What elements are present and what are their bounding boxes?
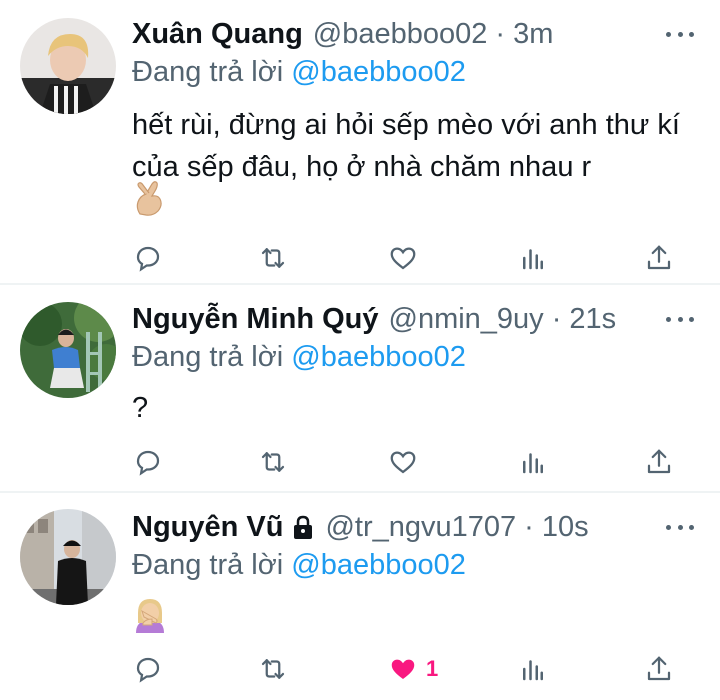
display-name[interactable]: Xuân Quang (132, 18, 303, 51)
more-icon[interactable] (666, 515, 694, 539)
tweet-text: ? (132, 392, 149, 424)
mention-link[interactable]: @baebboo02 (291, 56, 466, 88)
tweet-header: Nguyên Vũ @tr_ngvu1707 · 10s (132, 507, 589, 547)
share-icon[interactable] (644, 440, 674, 484)
replying-to-label: Đang trả lời (132, 341, 292, 373)
avatar-image (20, 18, 116, 114)
tweet-header: Nguyễn Minh Quý @nmin_9uy · 21s (132, 299, 616, 339)
more-icon[interactable] (666, 22, 694, 46)
tweet-header: Xuân Quang @baebboo02 · 3m (132, 14, 553, 54)
separator: · (524, 510, 534, 543)
avatar[interactable] (20, 509, 116, 605)
tweet[interactable]: Nguyễn Minh Quý @nmin_9uy · 21s Đang trả… (0, 285, 720, 491)
like-count: 1 (426, 656, 439, 681)
like-icon[interactable] (388, 236, 418, 280)
retweet-icon[interactable] (258, 236, 288, 280)
reply-icon[interactable] (133, 647, 163, 691)
retweet-icon[interactable] (258, 440, 288, 484)
tweet-actions (0, 440, 720, 484)
display-name[interactable]: Nguyên Vũ (132, 511, 283, 544)
tweet[interactable]: Nguyên Vũ @tr_ngvu1707 · 10s Đang trả lờ… (0, 493, 720, 700)
tweet-text: hết rùi, đừng ai hỏi sếp mèo với anh thư… (132, 109, 680, 183)
mention-link[interactable]: @baebboo02 (291, 549, 466, 581)
replying-to: Đang trả lời @baebboo02 (132, 341, 466, 374)
replying-to-label: Đang trả lời (132, 56, 292, 88)
separator: · (551, 302, 562, 335)
user-handle[interactable]: @nmin_9uy (389, 303, 544, 336)
avatar[interactable] (20, 302, 116, 398)
timestamp[interactable]: 21s (569, 303, 616, 336)
tweet-actions (0, 236, 720, 280)
user-handle[interactable]: @tr_ngvu1707 (325, 511, 516, 544)
timestamp[interactable]: 3m (513, 18, 553, 51)
tweet-actions: 1 (0, 647, 720, 691)
analytics-icon[interactable] (518, 440, 548, 484)
crossed-fingers-emoji (132, 180, 166, 221)
share-icon[interactable] (644, 236, 674, 280)
like-icon[interactable] (388, 440, 418, 484)
user-handle[interactable]: @baebboo02 (313, 18, 488, 51)
reply-icon[interactable] (133, 236, 163, 280)
like-button[interactable]: 1 (388, 647, 438, 691)
analytics-icon[interactable] (518, 236, 548, 280)
heart-filled-icon (391, 659, 415, 679)
separator: · (495, 17, 506, 50)
tweet[interactable]: Xuân Quang @baebboo02 · 3m Đang trả lời … (0, 0, 720, 283)
replying-to: Đang trả lời @baebboo02 (132, 56, 466, 89)
reply-icon[interactable] (133, 440, 163, 484)
share-icon[interactable] (644, 647, 674, 691)
replying-to: Đang trả lời @baebboo02 (132, 549, 466, 582)
retweet-icon[interactable] (258, 647, 288, 691)
timestamp[interactable]: 10s (542, 511, 589, 544)
display-name[interactable]: Nguyễn Minh Quý (132, 303, 379, 336)
lock-icon (291, 514, 315, 540)
woman-facepalming-emoji (132, 597, 168, 638)
mention-link[interactable]: @baebboo02 (291, 341, 466, 373)
replying-to-label: Đang trả lời (132, 549, 292, 581)
avatar[interactable] (20, 18, 116, 114)
analytics-icon[interactable] (518, 647, 548, 691)
avatar-image (20, 509, 116, 605)
more-icon[interactable] (666, 307, 694, 331)
avatar-image (20, 302, 116, 398)
